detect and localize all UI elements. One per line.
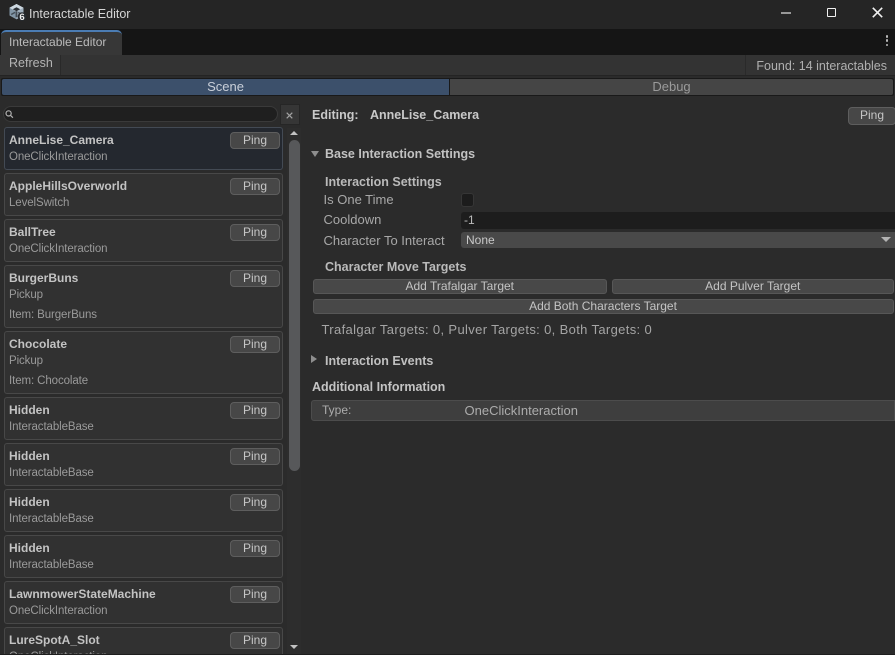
svg-text:6: 6 <box>19 12 24 22</box>
